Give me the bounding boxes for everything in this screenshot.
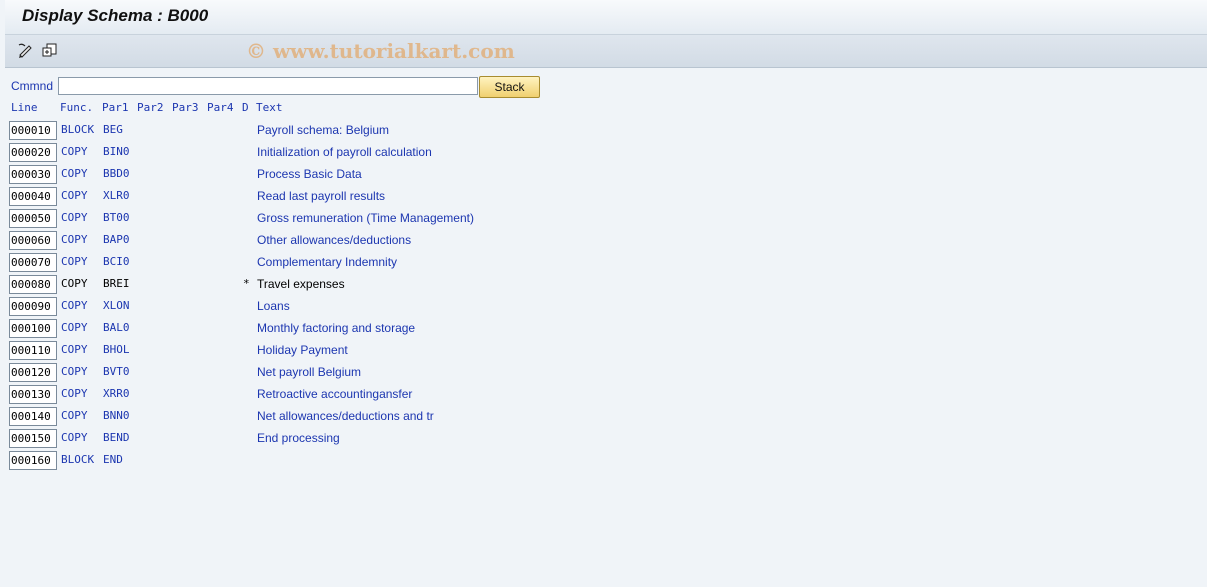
table-row[interactable]: 000040 COPY XLR0 Read last payroll resul… <box>5 186 1207 208</box>
header-text: Text <box>256 101 283 114</box>
header-line: Line <box>11 101 38 114</box>
func-cell: COPY <box>61 365 88 378</box>
table-row[interactable]: 000010 BLOCK BEG Payroll schema: Belgium <box>5 120 1207 142</box>
text-cell: Loans <box>257 299 290 313</box>
text-cell: Gross remuneration (Time Management) <box>257 211 474 225</box>
func-cell: COPY <box>61 255 88 268</box>
func-cell: COPY <box>61 431 88 444</box>
func-cell: COPY <box>61 211 88 224</box>
table-row-inactive[interactable]: 000080 COPY BREI * Travel expenses <box>5 274 1207 296</box>
table-row[interactable]: 000110 COPY BHOL Holiday Payment <box>5 340 1207 362</box>
func-cell: COPY <box>61 387 88 400</box>
line-number[interactable]: 000010 <box>9 121 57 140</box>
command-input[interactable] <box>58 77 478 95</box>
func-cell: COPY <box>61 409 88 422</box>
text-cell: End processing <box>257 431 340 445</box>
func-cell: COPY <box>61 343 88 356</box>
line-number[interactable]: 000070 <box>9 253 57 272</box>
func-cell: BLOCK <box>61 453 95 466</box>
header-par4: Par4 <box>207 101 234 114</box>
text-cell: Net allowances/deductions and tr <box>257 409 434 423</box>
table-row[interactable]: 000020 COPY BIN0 Initialization of payro… <box>5 142 1207 164</box>
watermark: © www.tutorialkart.com <box>246 39 515 63</box>
par1-cell: BREI <box>103 277 130 290</box>
text-cell: Other allowances/deductions <box>257 233 412 247</box>
table-row[interactable]: 000050 COPY BT00 Gross remuneration (Tim… <box>5 208 1207 230</box>
sap-window: Display Schema : B000 © www.tutorialkart… <box>5 0 1207 587</box>
func-cell: COPY <box>61 299 88 312</box>
func-cell: COPY <box>61 167 88 180</box>
table-row[interactable]: 000130 COPY XRR0 Retroactive accountinga… <box>5 384 1207 406</box>
text-cell: Monthly factoring and storage <box>257 321 416 335</box>
line-number[interactable]: 000080 <box>9 275 57 294</box>
line-number[interactable]: 000020 <box>9 143 57 162</box>
par1-cell: BIN0 <box>103 145 130 158</box>
par1-cell: BNN0 <box>103 409 130 422</box>
line-number[interactable]: 000150 <box>9 429 57 448</box>
line-number[interactable]: 000130 <box>9 385 57 404</box>
text-cell: Holiday Payment <box>257 343 348 357</box>
par1-cell: BBD0 <box>103 167 130 180</box>
func-cell: COPY <box>61 321 88 334</box>
header-func: Func. <box>60 101 94 114</box>
table-row[interactable]: 000150 COPY BEND End processing <box>5 428 1207 450</box>
table-row[interactable]: 000060 COPY BAP0 Other allowances/deduct… <box>5 230 1207 252</box>
header-d: D <box>242 101 249 114</box>
par1-cell: XLON <box>103 299 130 312</box>
edit-pencil-icon[interactable] <box>17 41 35 59</box>
table-row[interactable]: 000070 COPY BCI0 Complementary Indemnity <box>5 252 1207 274</box>
par1-cell: BEG <box>103 123 123 136</box>
par1-cell: BT00 <box>103 211 130 224</box>
par1-cell: END <box>103 453 123 466</box>
page-title: Display Schema : B000 <box>22 6 209 25</box>
func-cell: COPY <box>61 145 88 158</box>
table-row[interactable]: 000090 COPY XLON Loans <box>5 296 1207 318</box>
text-cell: Retroactive accountingansfer <box>257 387 413 401</box>
par1-cell: BEND <box>103 431 130 444</box>
table-row[interactable]: 000030 COPY BBD0 Process Basic Data <box>5 164 1207 186</box>
text-cell: Process Basic Data <box>257 167 362 181</box>
other-object-icon[interactable] <box>41 41 59 59</box>
text-cell: Net payroll Belgium <box>257 365 362 379</box>
line-number[interactable]: 000100 <box>9 319 57 338</box>
line-number[interactable]: 000120 <box>9 363 57 382</box>
header-par1: Par1 <box>102 101 129 114</box>
par1-cell: BAL0 <box>103 321 130 334</box>
par1-cell: BAP0 <box>103 233 130 246</box>
line-number[interactable]: 000030 <box>9 165 57 184</box>
header-par3: Par3 <box>172 101 199 114</box>
application-toolbar: © www.tutorialkart.com <box>5 35 1207 68</box>
par1-cell: BHOL <box>103 343 130 356</box>
par1-cell: BCI0 <box>103 255 130 268</box>
line-number[interactable]: 000140 <box>9 407 57 426</box>
text-cell: Payroll schema: Belgium <box>257 123 390 137</box>
text-cell: Initialization of payroll calculation <box>257 145 432 159</box>
line-number[interactable]: 000090 <box>9 297 57 316</box>
line-number[interactable]: 000040 <box>9 187 57 206</box>
table-row[interactable]: 000100 COPY BAL0 Monthly factoring and s… <box>5 318 1207 340</box>
table-row[interactable]: 000140 COPY BNN0 Net allowances/deductio… <box>5 406 1207 428</box>
d-cell: * <box>243 277 250 290</box>
func-cell: BLOCK <box>61 123 95 136</box>
par1-cell: BVT0 <box>103 365 130 378</box>
line-number[interactable]: 000050 <box>9 209 57 228</box>
command-label: Cmmnd <box>11 79 54 93</box>
line-number[interactable]: 000110 <box>9 341 57 360</box>
func-cell: COPY <box>61 233 88 246</box>
table-row[interactable]: 000160 BLOCK END <box>5 450 1207 472</box>
func-cell: COPY <box>61 189 88 202</box>
header-par2: Par2 <box>137 101 164 114</box>
table-row[interactable]: 000120 COPY BVT0 Net payroll Belgium <box>5 362 1207 384</box>
func-cell: COPY <box>61 277 88 290</box>
text-cell: Complementary Indemnity <box>257 255 398 269</box>
par1-cell: XLR0 <box>103 189 130 202</box>
par1-cell: XRR0 <box>103 387 130 400</box>
text-cell: Read last payroll results <box>257 189 386 203</box>
stack-button[interactable]: Stack <box>479 76 540 98</box>
line-number[interactable]: 000160 <box>9 451 57 470</box>
line-number[interactable]: 000060 <box>9 231 57 250</box>
title-bar: Display Schema : B000 <box>5 0 1207 35</box>
text-cell: Travel expenses <box>257 277 345 291</box>
